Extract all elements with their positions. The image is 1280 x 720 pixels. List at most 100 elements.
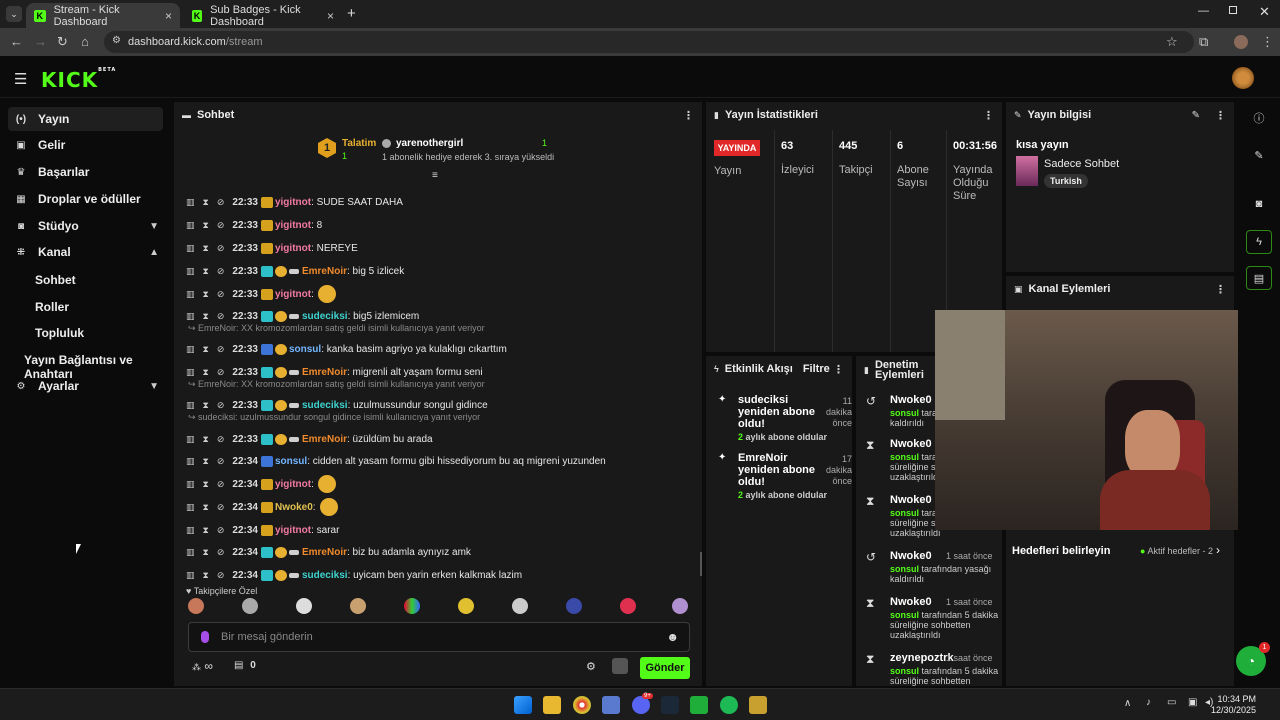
timeout-hourglass-icon[interactable]: ⧗ — [203, 547, 209, 558]
timeout-hourglass-icon[interactable]: ⧗ — [203, 266, 209, 277]
bookmark-star-icon[interactable]: ☆ — [1166, 34, 1178, 50]
moderated-user[interactable]: Nwoke0 — [890, 596, 932, 608]
steam-icon[interactable] — [661, 696, 679, 714]
sidebar-item-kanal[interactable]: ⁜ Kanal ▲ — [8, 240, 163, 264]
chrome-icon[interactable] — [573, 696, 591, 714]
tray-mic-icon[interactable]: ♪ — [1146, 697, 1151, 708]
ban-icon[interactable]: ⊘ — [217, 456, 225, 467]
emote-1-icon[interactable] — [188, 598, 204, 614]
chat-username[interactable]: yigitnot — [275, 197, 311, 208]
back-icon[interactable]: ← — [10, 34, 23, 49]
emote-3-icon[interactable] — [296, 598, 312, 614]
ban-icon[interactable]: ⊘ — [217, 570, 225, 581]
delete-message-icon[interactable]: ▥ — [186, 311, 195, 322]
close-tab-icon[interactable]: × — [327, 9, 334, 23]
infinity-points[interactable]: ⁂ ∞ — [192, 659, 213, 673]
camera-icon[interactable]: ◙ — [1246, 192, 1272, 216]
ban-icon[interactable]: ⊘ — [217, 266, 225, 277]
file-explorer-icon[interactable] — [543, 696, 561, 714]
chat-username[interactable]: EmreNoir — [302, 434, 347, 445]
moderated-user[interactable]: Nwoke0 — [890, 394, 932, 406]
kick-app-icon[interactable] — [690, 696, 708, 714]
info-menu-icon[interactable]: ⋮ — [1215, 109, 1226, 122]
timeout-hourglass-icon[interactable]: ⧗ — [203, 570, 209, 581]
emote-2-icon[interactable] — [242, 598, 258, 614]
lightning-icon[interactable]: ϟ — [1246, 230, 1272, 254]
emote-5-icon[interactable] — [404, 598, 420, 614]
delete-message-icon[interactable]: ▥ — [186, 547, 195, 558]
channel-actions-menu-icon[interactable]: ⋮ — [1215, 283, 1226, 296]
timeout-hourglass-icon[interactable]: ⧗ — [203, 434, 209, 445]
emote-4-icon[interactable] — [350, 598, 366, 614]
browser-tab-stream[interactable]: K Stream - Kick Dashboard × — [26, 3, 180, 28]
moderated-user[interactable]: Nwoke0 — [890, 550, 932, 562]
tab-list-button[interactable]: ⌄ — [6, 6, 22, 22]
site-info-icon[interactable]: ⚙ — [112, 35, 121, 46]
info-icon[interactable]: ⓘ — [1246, 106, 1272, 130]
chat-gift-sub-icon[interactable] — [612, 658, 628, 674]
timeout-hourglass-icon[interactable]: ⧗ — [203, 311, 209, 322]
kick-logo[interactable]: KICKBETA — [41, 67, 116, 92]
chat-username[interactable]: sudeciksi — [302, 570, 348, 581]
new-tab-icon[interactable]: + — [347, 5, 356, 22]
timeout-hourglass-icon[interactable]: ⧗ — [203, 289, 209, 300]
chat-username[interactable]: yigitnot — [275, 220, 311, 231]
timeout-hourglass-icon[interactable]: ⧗ — [203, 344, 209, 355]
emote-9-icon[interactable] — [620, 598, 636, 614]
edit-icon[interactable]: ✎ — [1246, 143, 1272, 167]
delete-message-icon[interactable]: ▥ — [186, 197, 195, 208]
activity-menu-icon[interactable]: ⋮ — [833, 363, 844, 376]
chat-username[interactable]: sudeciksi — [302, 311, 348, 322]
timeout-hourglass-icon[interactable]: ⧗ — [203, 456, 209, 467]
timeout-hourglass-icon[interactable]: ⧗ — [203, 502, 209, 513]
chat-username[interactable]: yigitnot — [275, 243, 311, 254]
game-icon[interactable] — [749, 696, 767, 714]
reload-icon[interactable]: ↻ — [57, 34, 68, 50]
app-icon[interactable] — [602, 696, 620, 714]
ban-icon[interactable]: ⊘ — [217, 344, 225, 355]
delete-message-icon[interactable]: ▥ — [186, 456, 195, 467]
microphone-icon[interactable] — [201, 631, 209, 643]
chat-username[interactable]: Nwoke0 — [275, 502, 313, 513]
chat-username[interactable]: sudeciksi — [302, 400, 348, 411]
home-icon[interactable]: ⌂ — [81, 34, 89, 49]
ban-icon[interactable]: ⊘ — [217, 197, 225, 208]
delete-message-icon[interactable]: ▥ — [186, 243, 195, 254]
sidebar-item-basarilar[interactable]: ♛ Başarılar — [8, 160, 163, 184]
spotify-icon[interactable] — [720, 696, 738, 714]
delete-message-icon[interactable]: ▥ — [186, 525, 195, 536]
chat-menu-icon[interactable]: ⋮ — [683, 109, 694, 122]
chevron-right-icon[interactable]: › — [1216, 543, 1220, 557]
forward-icon[interactable]: → — [34, 34, 47, 49]
sidebar-item-gelir[interactable]: ▣ Gelir — [8, 133, 163, 157]
window-close-icon[interactable]: ✕ — [1259, 4, 1270, 20]
chat-username[interactable]: EmreNoir — [302, 266, 347, 277]
tray-keyboard-icon[interactable]: ▭ — [1167, 697, 1176, 708]
delete-message-icon[interactable]: ▥ — [186, 266, 195, 277]
activity-filter-button[interactable]: Filtre — [803, 363, 830, 375]
sidebar-subitem-sohbet[interactable]: Sohbet — [35, 273, 76, 287]
edit-pencil-icon[interactable]: ✎ — [1192, 110, 1200, 121]
chat-username[interactable]: sonsul — [275, 456, 307, 467]
ban-icon[interactable]: ⊘ — [217, 367, 225, 378]
timeout-hourglass-icon[interactable]: ⧗ — [203, 479, 209, 490]
delete-message-icon[interactable]: ▥ — [186, 479, 195, 490]
url-field[interactable]: ⚙ dashboard.kick.com/stream — [104, 31, 1194, 53]
ban-icon[interactable]: ⊘ — [217, 311, 225, 322]
chat-username[interactable]: yigitnot — [275, 479, 311, 490]
ban-icon[interactable]: ⊘ — [217, 479, 225, 490]
moderated-user[interactable]: Nwoke0 — [890, 494, 932, 506]
ban-icon[interactable]: ⊘ — [217, 289, 225, 300]
delete-message-icon[interactable]: ▥ — [186, 400, 195, 411]
support-chat-button[interactable]: ◔ 1 — [1236, 642, 1270, 676]
collapse-pinned-icon[interactable]: ≡ — [432, 170, 438, 181]
delete-message-icon[interactable]: ▥ — [186, 367, 195, 378]
chat-username[interactable]: sonsul — [289, 344, 321, 355]
chat-settings-icon[interactable]: ⚙ — [586, 660, 596, 673]
tray-network-icon[interactable]: ▣ — [1188, 697, 1197, 708]
delete-message-icon[interactable]: ▥ — [186, 570, 195, 581]
delete-message-icon[interactable]: ▥ — [186, 502, 195, 513]
timeout-hourglass-icon[interactable]: ⧗ — [203, 243, 209, 254]
delete-message-icon[interactable]: ▥ — [186, 434, 195, 445]
ban-icon[interactable]: ⊘ — [217, 434, 225, 445]
